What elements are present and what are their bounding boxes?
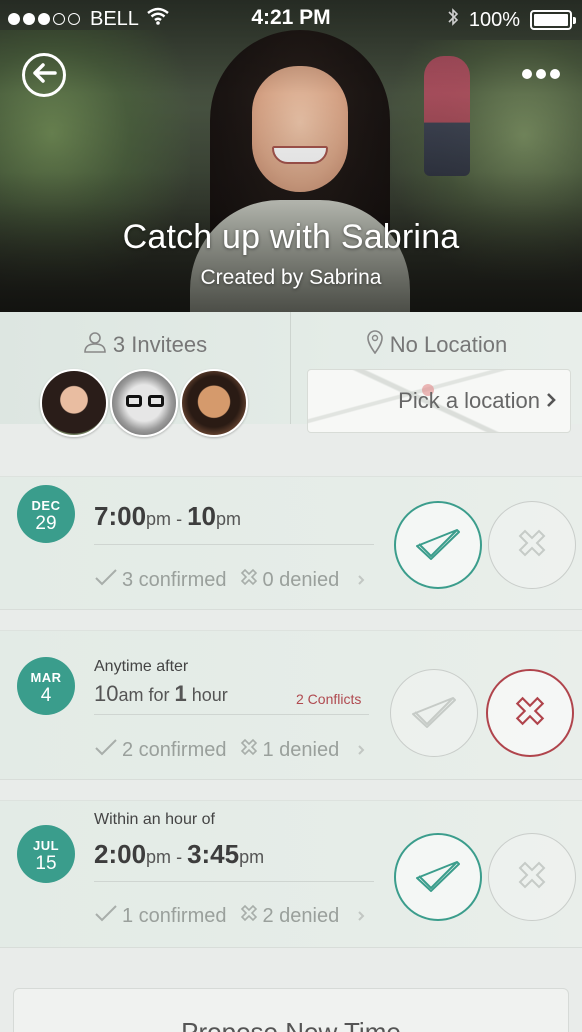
invitees-count: 3 Invitees <box>112 332 208 357</box>
time-range: 10am for 1 hour <box>94 681 228 706</box>
avatar[interactable] <box>40 369 108 437</box>
accept-button[interactable] <box>394 501 482 589</box>
battery-percent: 100% <box>468 8 520 31</box>
chevron-right-icon <box>546 388 556 414</box>
back-button[interactable] <box>22 53 66 97</box>
avatar[interactable] <box>180 369 248 437</box>
info-divider <box>290 312 291 424</box>
deny-button[interactable] <box>488 833 576 921</box>
back-arrow-icon <box>31 62 57 89</box>
x-icon <box>512 693 548 734</box>
check-icon <box>94 738 118 762</box>
x-icon <box>239 903 259 929</box>
date-day: 4 <box>40 685 52 706</box>
divider <box>94 714 369 715</box>
location-header: No Location <box>291 330 582 360</box>
date-month: MAR <box>30 670 62 685</box>
date-badge: MAR 4 <box>17 657 75 715</box>
invitees-header[interactable]: 3 Invitees <box>0 330 290 360</box>
check-icon <box>94 904 118 928</box>
event-title: Catch up with Sabrina <box>122 218 460 256</box>
accept-button[interactable] <box>394 833 482 921</box>
conflicts-link[interactable]: 2 Conflicts <box>296 691 361 707</box>
confirmed-count: 2 confirmed <box>122 738 227 761</box>
accept-button[interactable] <box>390 669 478 757</box>
x-icon <box>515 858 549 897</box>
pick-location-button[interactable]: Pick a location <box>307 369 571 433</box>
divider <box>94 544 374 545</box>
chevron-right-icon <box>357 574 365 586</box>
deny-button[interactable] <box>488 501 576 589</box>
more-options-icon[interactable] <box>522 64 560 84</box>
status-right: 100% <box>447 7 576 33</box>
deny-button[interactable] <box>486 669 574 757</box>
time-range: 2:00pm - 3:45pm <box>94 839 265 869</box>
response-stats[interactable]: 1 confirmed 2 denied <box>94 903 384 929</box>
check-icon <box>411 694 457 733</box>
check-icon <box>415 858 461 897</box>
person-icon <box>83 330 107 360</box>
event-creator: Created by Sabrina <box>200 266 382 289</box>
time-range: 7:00pm - 10pm <box>94 501 241 531</box>
date-badge: JUL 15 <box>17 825 75 883</box>
time-option-card[interactable]: JUL 15 Within an hour of 2:00pm - 3:45pm… <box>0 800 582 948</box>
pick-location-label: Pick a location <box>398 388 540 413</box>
propose-new-time-label: Propose New Time <box>181 1017 401 1032</box>
status-bar: BELL 4:21 PM 100% <box>0 0 582 38</box>
response-stats[interactable]: 3 confirmed 0 denied <box>94 567 384 593</box>
date-badge: DEC 29 <box>17 485 75 543</box>
bluetooth-icon <box>447 7 459 33</box>
propose-new-time-button[interactable]: Propose New Time <box>13 988 569 1032</box>
x-icon <box>239 567 259 593</box>
chevron-right-icon <box>357 910 365 922</box>
date-day: 29 <box>35 513 57 534</box>
response-stats[interactable]: 2 confirmed 1 denied <box>94 737 384 763</box>
x-icon <box>239 737 259 763</box>
invitee-avatars[interactable] <box>40 369 248 437</box>
divider <box>94 881 374 882</box>
check-icon <box>415 526 461 565</box>
x-icon <box>515 526 549 565</box>
denied-count: 1 denied <box>262 738 340 761</box>
time-option-card[interactable]: DEC 29 7:00pm - 10pm 3 confirmed 0 denie… <box>0 476 582 610</box>
location-status: No Location <box>389 332 508 357</box>
battery-icon <box>530 10 576 30</box>
time-option-card[interactable]: MAR 4 Anytime after 10am for 1 hour 2 Co… <box>0 630 582 780</box>
confirmed-count: 3 confirmed <box>122 568 227 591</box>
time-qualifier: Anytime after <box>94 658 189 675</box>
location-pin-icon <box>366 330 384 360</box>
date-month: DEC <box>31 498 61 513</box>
date-month: JUL <box>32 838 60 853</box>
confirmed-count: 1 confirmed <box>122 904 227 927</box>
date-day: 15 <box>35 853 57 874</box>
denied-count: 2 denied <box>262 904 340 927</box>
check-icon <box>94 568 118 592</box>
time-qualifier: Within an hour of <box>94 811 215 828</box>
denied-count: 0 denied <box>262 568 340 591</box>
chevron-right-icon <box>357 744 365 756</box>
avatar[interactable] <box>110 369 178 437</box>
